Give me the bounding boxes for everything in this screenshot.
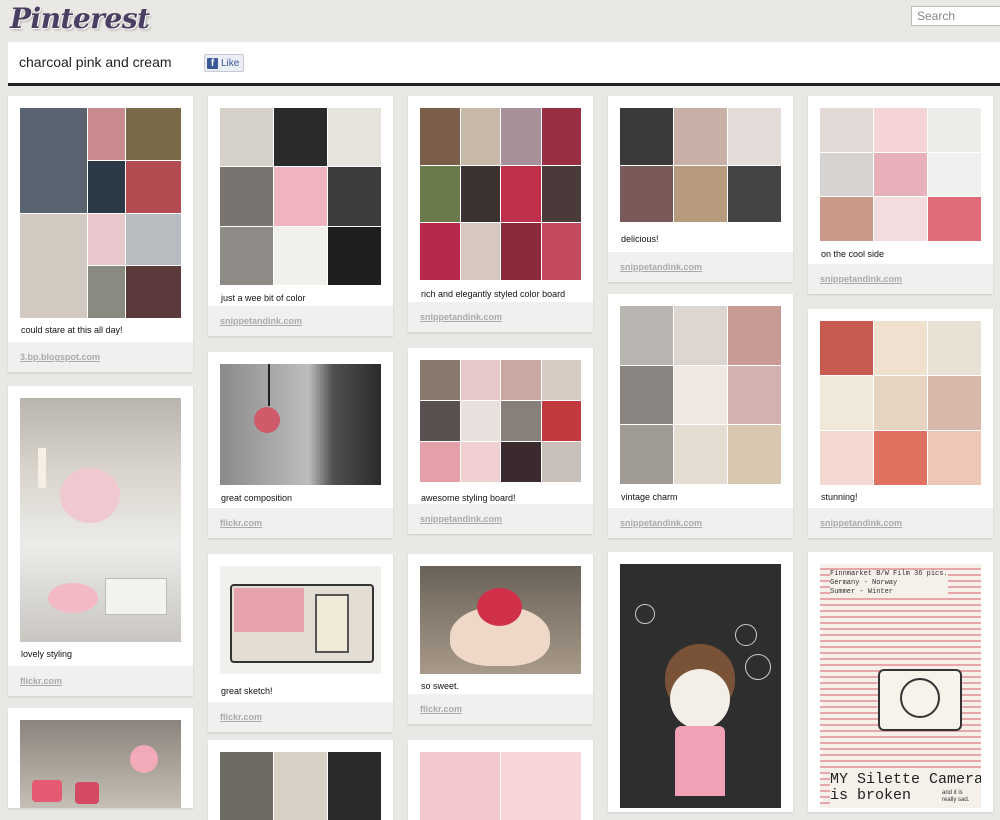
pin-source-link[interactable]: snippetandink.com: [220, 316, 302, 326]
pin-image[interactable]: [220, 364, 381, 485]
pin-source: snippetandink.com: [408, 302, 593, 332]
sketch-line: Finnmarket B/W Film 36 pics.: [830, 570, 948, 578]
pin-source: 3.bp.blogspot.com: [8, 342, 193, 372]
facebook-like-button[interactable]: f Like: [204, 54, 245, 72]
pin-source-link[interactable]: snippetandink.com: [420, 312, 502, 322]
pin-card[interactable]: [608, 552, 793, 812]
pin-source-link[interactable]: flickr.com: [220, 712, 262, 722]
pin-card[interactable]: [8, 708, 193, 808]
pin-source: flickr.com: [8, 666, 193, 696]
like-label: Like: [221, 57, 240, 69]
pin-source-link[interactable]: flickr.com: [220, 518, 262, 528]
pinterest-logo[interactable]: Pinterest: [10, 2, 150, 35]
top-bar: Pinterest: [0, 0, 1000, 42]
pin-image[interactable]: [620, 306, 781, 484]
pin-caption: just a wee bit of color: [221, 293, 306, 303]
pin-caption: so sweet.: [421, 681, 460, 691]
pin-caption: great sketch!: [221, 686, 273, 696]
pin-source: snippetandink.com: [408, 504, 593, 534]
pin-card[interactable]: great composition flickr.com: [208, 352, 393, 538]
pin-caption: vintage charm: [621, 492, 678, 502]
pin-source-link[interactable]: snippetandink.com: [620, 262, 702, 272]
pin-source-link[interactable]: snippetandink.com: [420, 514, 502, 524]
pin-image[interactable]: [20, 398, 181, 642]
board-title: charcoal pink and cream: [19, 54, 172, 70]
pin-image[interactable]: [220, 752, 381, 820]
pin-source: snippetandink.com: [608, 508, 793, 538]
pin-caption: rich and elegantly styled color board: [421, 289, 566, 299]
pin-card[interactable]: vintage charm snippetandink.com: [608, 294, 793, 538]
pin-source-link[interactable]: snippetandink.com: [820, 518, 902, 528]
pin-caption: stunning!: [821, 492, 858, 502]
pin-image[interactable]: [420, 108, 581, 280]
pin-image[interactable]: [220, 566, 381, 674]
pin-card[interactable]: just a wee bit of color snippetandink.co…: [208, 96, 393, 336]
pin-card[interactable]: so sweet. flickr.com: [408, 554, 593, 724]
pin-source: snippetandink.com: [208, 306, 393, 336]
pin-source-link[interactable]: flickr.com: [20, 676, 62, 686]
pin-image[interactable]: Finnmarket B/W Film 36 pics. Germany - N…: [820, 564, 981, 808]
sketch-small-text: and it is really sad.: [942, 790, 978, 804]
pin-card[interactable]: rich and elegantly styled color board sn…: [408, 96, 593, 332]
pin-source: flickr.com: [208, 702, 393, 732]
pin-card[interactable]: on the cool side snippetandink.com: [808, 96, 993, 294]
pin-source: snippetandink.com: [808, 508, 993, 538]
pin-image[interactable]: [420, 566, 581, 674]
pin-card[interactable]: delicious! snippetandink.com: [608, 96, 793, 282]
facebook-icon: f: [207, 57, 218, 69]
pin-card[interactable]: Finnmarket B/W Film 36 pics. Germany - N…: [808, 552, 993, 812]
pin-image[interactable]: [420, 752, 581, 820]
pin-caption: great composition: [221, 493, 293, 503]
pin-caption: could stare at this all day!: [21, 325, 123, 335]
pin-image[interactable]: [220, 108, 381, 285]
pin-caption: lovely styling: [21, 649, 73, 659]
pin-card[interactable]: [408, 740, 593, 820]
sketch-big-text: MY Silette Camera: [830, 771, 981, 788]
pin-caption: on the cool side: [821, 249, 885, 259]
pin-image[interactable]: [620, 108, 781, 222]
pin-image[interactable]: [620, 564, 781, 808]
sketch-line: Summer - Winter: [830, 588, 894, 596]
pin-image[interactable]: [20, 108, 181, 318]
pin-source: snippetandink.com: [608, 252, 793, 282]
pin-card[interactable]: stunning! snippetandink.com: [808, 309, 993, 538]
pin-source-link[interactable]: snippetandink.com: [820, 274, 902, 284]
pin-card[interactable]: great sketch! flickr.com: [208, 554, 393, 732]
search-input[interactable]: [911, 6, 1000, 26]
pin-card[interactable]: [208, 740, 393, 820]
pin-source: flickr.com: [208, 508, 393, 538]
pin-image[interactable]: [820, 321, 981, 485]
pin-card[interactable]: could stare at this all day! 3.bp.blogsp…: [8, 96, 193, 372]
pin-image[interactable]: [420, 360, 581, 482]
sketch-line: Germany - Norway: [830, 579, 898, 587]
pin-caption: delicious!: [621, 234, 659, 244]
pin-card[interactable]: lovely styling flickr.com: [8, 386, 193, 696]
pin-image[interactable]: [820, 108, 981, 241]
pin-caption: awesome styling board!: [421, 493, 516, 503]
pin-source-link[interactable]: flickr.com: [420, 704, 462, 714]
pin-image[interactable]: [20, 720, 181, 808]
pin-source-link[interactable]: 3.bp.blogspot.com: [20, 352, 100, 362]
pin-source: snippetandink.com: [808, 264, 993, 294]
pin-card[interactable]: awesome styling board! snippetandink.com: [408, 348, 593, 534]
pin-source-link[interactable]: snippetandink.com: [620, 518, 702, 528]
board-header: charcoal pink and cream f Like: [8, 42, 1000, 86]
pin-source: flickr.com: [408, 694, 593, 724]
